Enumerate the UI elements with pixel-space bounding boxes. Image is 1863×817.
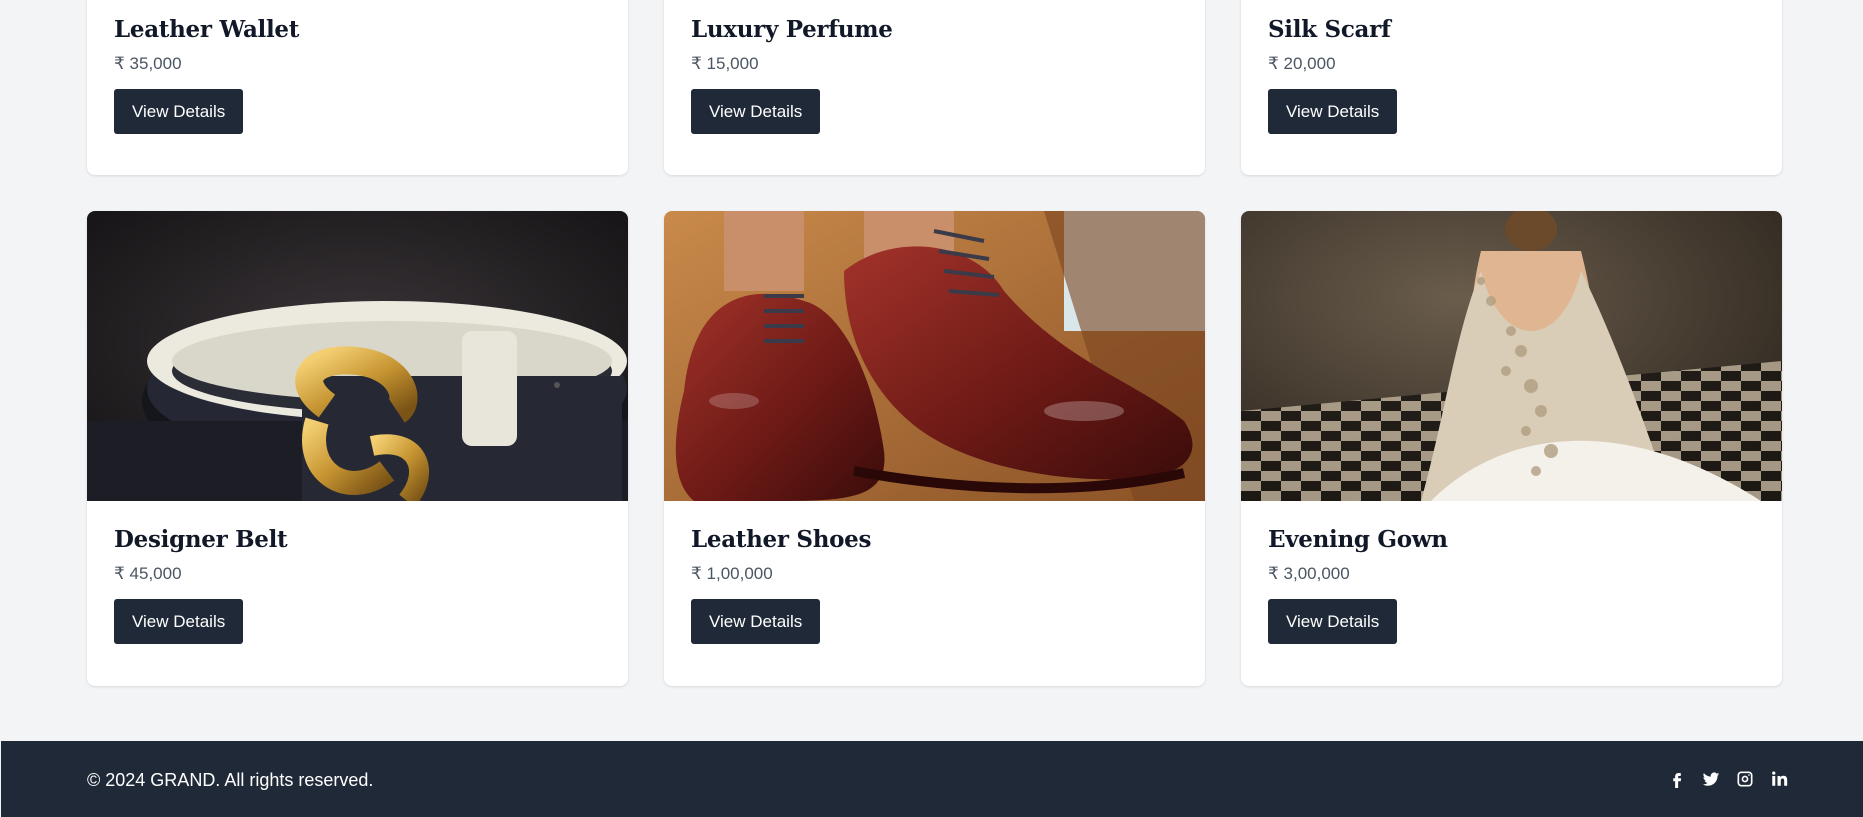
linkedin-icon[interactable] (1770, 770, 1788, 788)
product-name: Leather Shoes (691, 526, 872, 553)
view-details-button[interactable]: View Details (691, 599, 821, 644)
product-price: ₹ 1,00,000 (691, 564, 773, 583)
product-card: Leather Shoes ₹ 1,00,000 View Details (664, 211, 1205, 686)
product-price: ₹ 20,000 (1268, 54, 1336, 73)
product-name: Designer Belt (114, 526, 288, 553)
product-card: Leather Wallet ₹ 35,000 View Details (87, 0, 628, 175)
evening-gown-image[interactable] (1241, 211, 1782, 501)
social-links (1668, 770, 1788, 788)
product-card: Designer Belt ₹ 45,000 View Details (87, 211, 628, 686)
product-card: Silk Scarf ₹ 20,000 View Details (1241, 0, 1782, 175)
view-details-button[interactable]: View Details (114, 89, 244, 134)
designer-belt-image[interactable] (87, 211, 628, 501)
product-name: Evening Gown (1268, 526, 1448, 553)
product-name: Silk Scarf (1268, 16, 1391, 43)
product-price: ₹ 15,000 (691, 54, 759, 73)
product-price: ₹ 45,000 (114, 564, 182, 583)
facebook-icon[interactable] (1668, 770, 1686, 788)
product-price: ₹ 35,000 (114, 54, 182, 73)
footer: © 2024 GRAND. All rights reserved. (1, 741, 1863, 817)
product-name: Luxury Perfume (691, 16, 893, 43)
view-details-button[interactable]: View Details (1268, 89, 1398, 134)
product-card: Luxury Perfume ₹ 15,000 View Details (664, 0, 1205, 175)
copyright-text: © 2024 GRAND. All rights reserved. (87, 770, 374, 790)
product-card: Evening Gown ₹ 3,00,000 View Details (1241, 211, 1782, 686)
view-details-button[interactable]: View Details (114, 599, 244, 644)
product-name: Leather Wallet (114, 16, 300, 43)
view-details-button[interactable]: View Details (1268, 599, 1398, 644)
product-price: ₹ 3,00,000 (1268, 564, 1350, 583)
instagram-icon[interactable] (1736, 770, 1754, 788)
view-details-button[interactable]: View Details (691, 89, 821, 134)
twitter-icon[interactable] (1702, 770, 1720, 788)
page: Leather Wallet ₹ 35,000 View Details Lux… (1, 0, 1863, 817)
leather-shoes-image[interactable] (664, 211, 1205, 501)
